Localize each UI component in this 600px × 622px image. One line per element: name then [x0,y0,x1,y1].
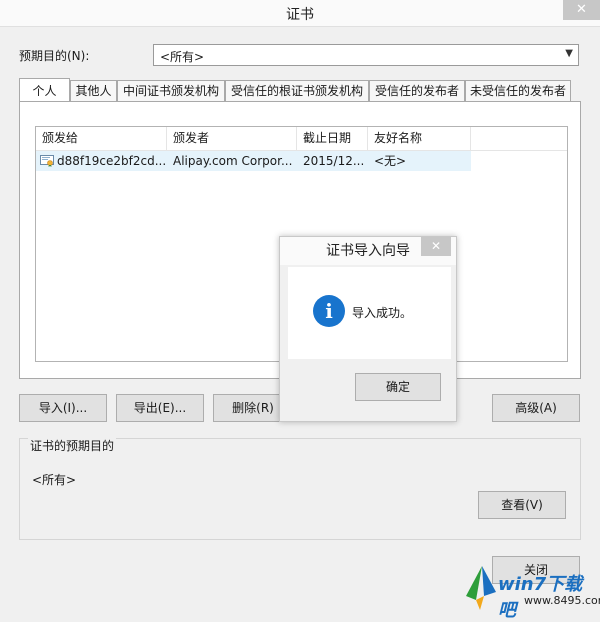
import-button[interactable]: 导入(I)... [19,394,107,422]
intended-purposes-value: <所有> [32,473,77,487]
export-button[interactable]: 导出(E)... [116,394,204,422]
dialog-close-button[interactable]: ✕ [421,237,451,256]
table-row[interactable]: d88f19ce2bf2cd... Alipay.com Corpor... 2… [36,151,471,171]
dialog-message: 导入成功。 [352,306,413,320]
tab-other-people[interactable]: 其他人 [70,80,117,101]
window-titlebar: 证书 ✕ [0,0,600,27]
list-header: 颁发给 颁发者 截止日期 友好名称 [36,127,567,151]
purpose-label: 预期目的(N): [19,49,90,63]
site-watermark: win7下载吧 www.8495.com [462,556,600,621]
cell-friendly-name: <无> [374,154,407,168]
purpose-row: 预期目的(N): <所有> ▼ [19,44,581,68]
import-wizard-dialog: 证书导入向导 ✕ i 导入成功。 确定 [279,236,457,422]
cell-issuer: Alipay.com Corpor... [173,154,293,168]
window-close-button[interactable]: ✕ [563,0,600,20]
column-friendly-name[interactable]: 友好名称 [368,127,471,150]
intended-purposes-group: 证书的预期目的 <所有> [19,437,581,540]
cell-issued-to: d88f19ce2bf2cd... [36,151,167,171]
tab-trusted-root-ca[interactable]: 受信任的根证书颁发机构 [225,80,369,101]
advanced-button[interactable]: 高级(A) [492,394,580,422]
watermark-url: www.8495.com [524,594,600,607]
tab-intermediate-ca[interactable]: 中间证书颁发机构 [117,80,225,101]
purpose-select[interactable]: <所有> ▼ [153,44,579,66]
chevron-down-icon: ▼ [565,48,573,59]
window-title: 证书 [286,7,314,23]
column-expiry[interactable]: 截止日期 [297,127,368,150]
ok-button[interactable]: 确定 [355,373,441,401]
column-issuer[interactable]: 颁发者 [167,127,297,150]
tab-untrusted-publishers[interactable]: 未受信任的发布者 [465,80,571,101]
column-issued-to[interactable]: 颁发给 [36,127,167,150]
tab-trusted-publishers[interactable]: 受信任的发布者 [369,80,465,101]
tab-personal[interactable]: 个人 [19,78,70,102]
cell-expiry: 2015/12... [303,154,365,168]
cell-issued-to-text: d88f19ce2bf2cd... [57,154,167,168]
windows-logo-icon [466,566,496,610]
dialog-body: i 导入成功。 [288,267,451,359]
purpose-select-value: <所有> [160,50,205,64]
info-icon: i [313,295,345,327]
certificate-icon [40,155,54,167]
intended-purposes-title: 证书的预期目的 [28,437,117,454]
view-button[interactable]: 查看(V) [478,491,566,519]
